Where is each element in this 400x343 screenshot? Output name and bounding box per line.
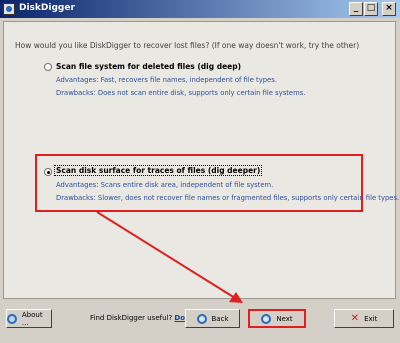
exit-label: Exit	[364, 314, 378, 323]
back-arrow-icon	[196, 313, 207, 324]
about-button[interactable]: About ...	[6, 309, 52, 328]
about-label: About ...	[21, 310, 43, 327]
back-label: Back	[211, 314, 229, 323]
info-icon	[7, 313, 17, 324]
donate-prompt-text: Find DiskDigger useful?	[90, 314, 173, 322]
annotation-arrow-icon	[96, 211, 243, 303]
exit-x-icon: ✕	[350, 313, 360, 324]
next-button[interactable]: Next	[248, 309, 306, 328]
exit-button[interactable]: ✕ Exit	[334, 309, 394, 328]
next-label: Next	[276, 314, 293, 323]
next-arrow-icon	[261, 313, 272, 324]
back-button[interactable]: Back	[185, 309, 240, 328]
